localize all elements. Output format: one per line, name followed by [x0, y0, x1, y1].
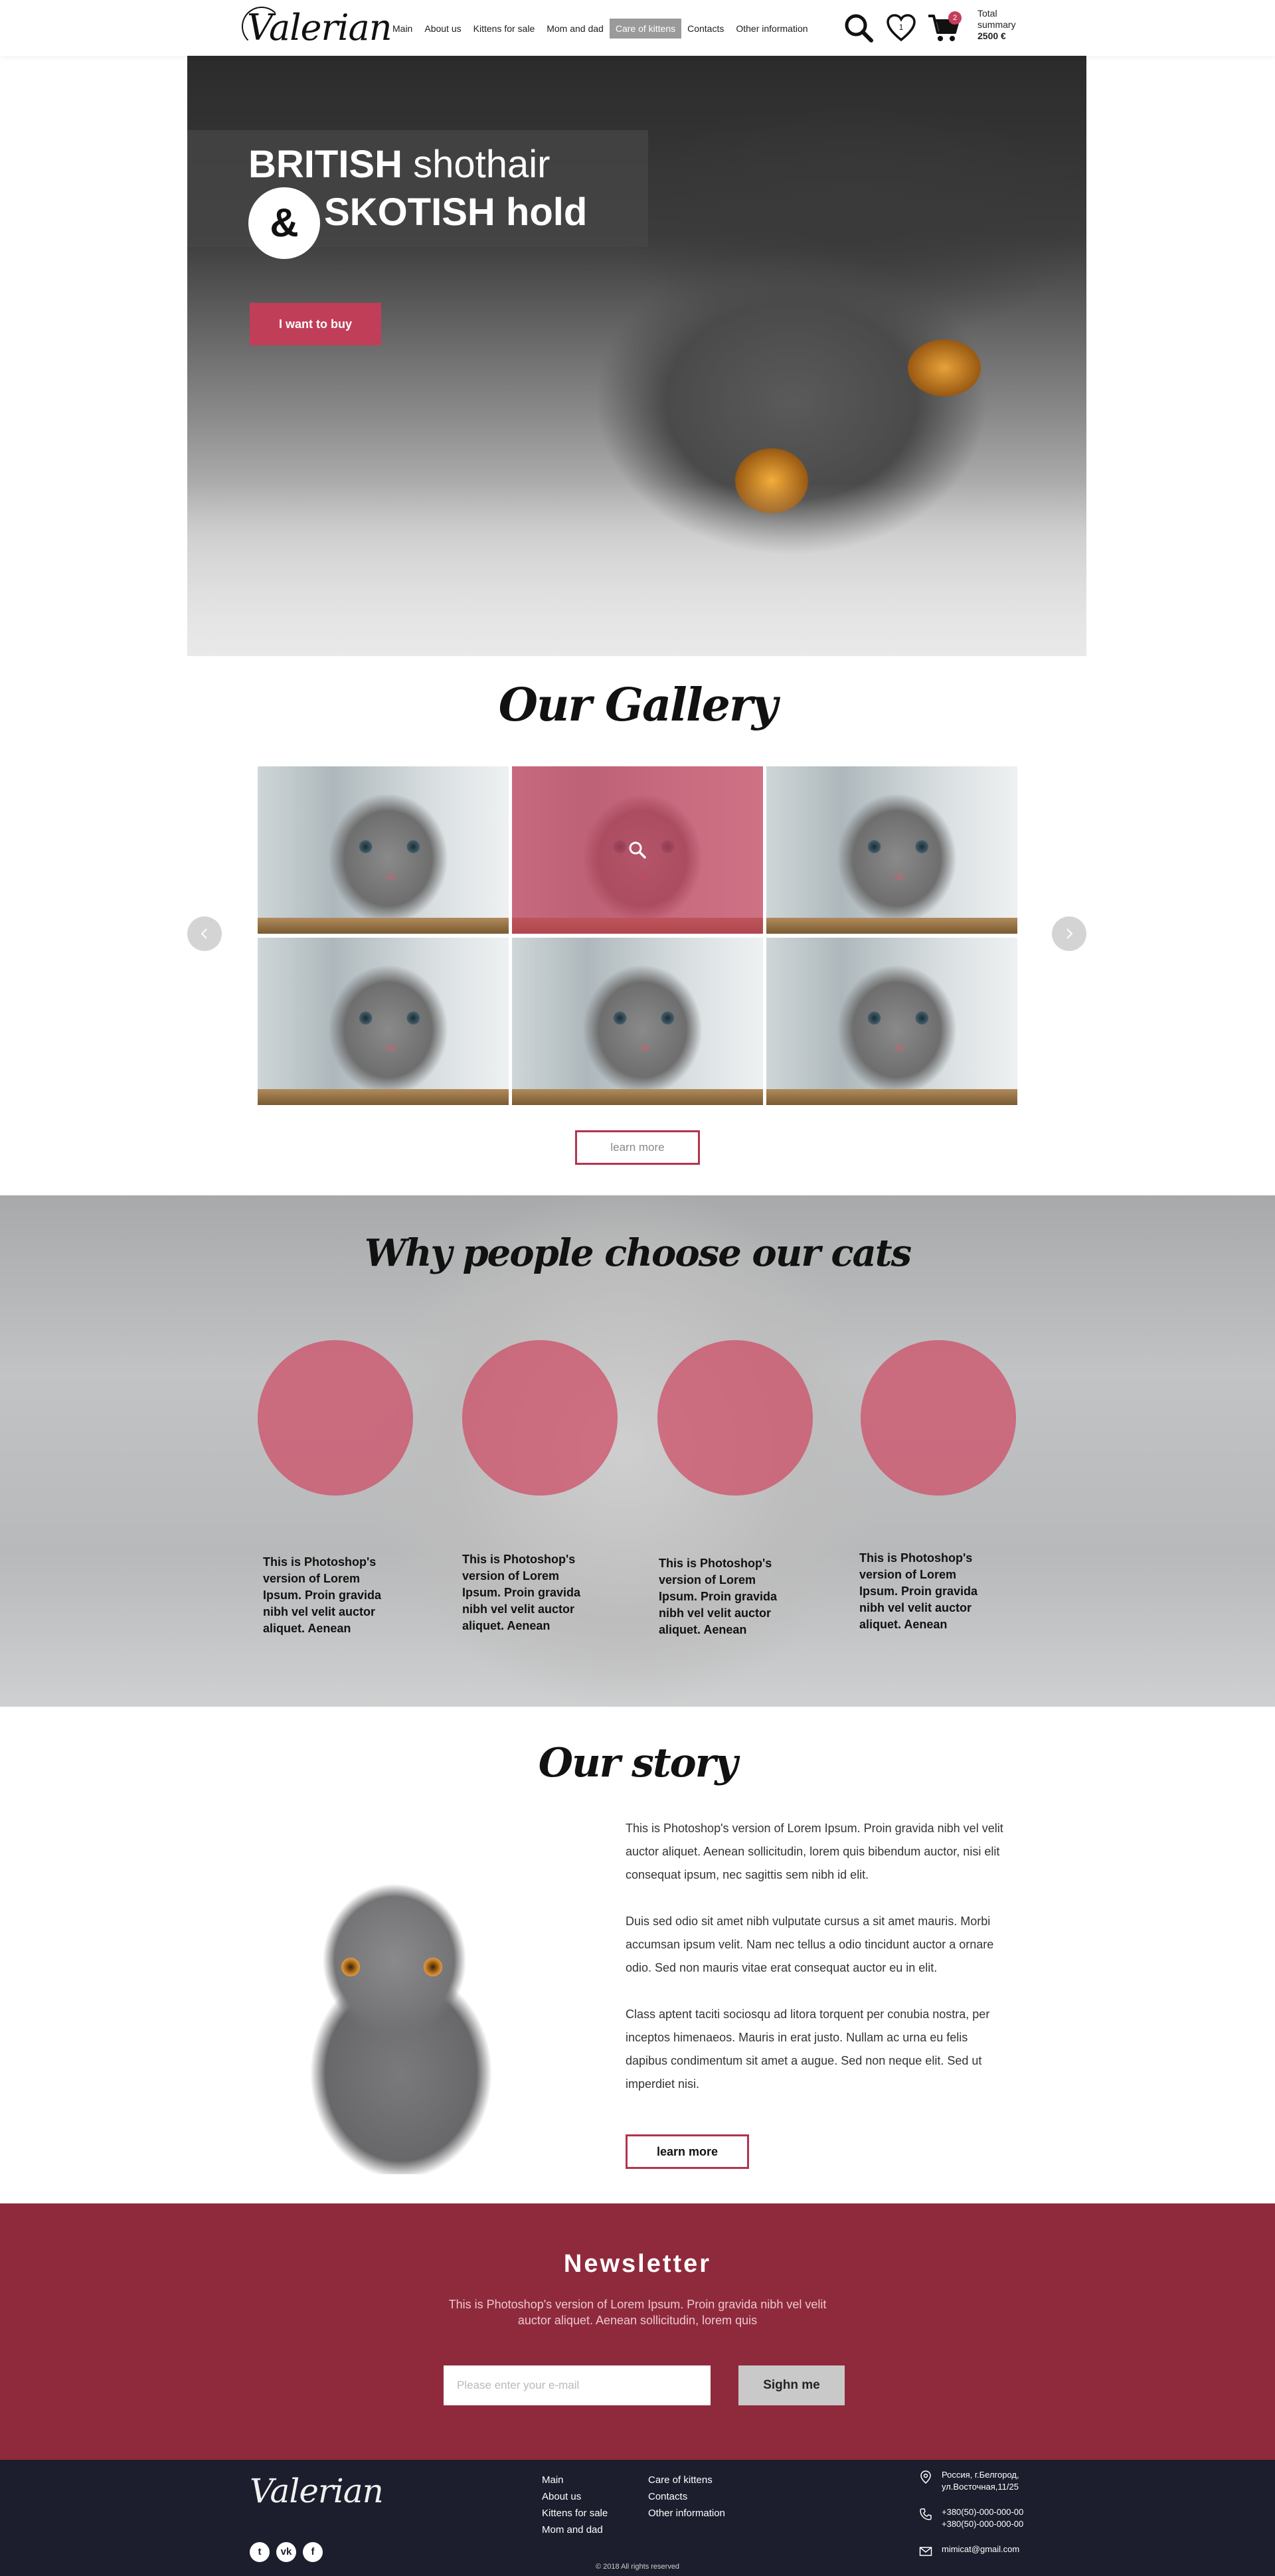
buy-button[interactable]: I want to buy	[250, 303, 381, 345]
wishlist-heart-icon[interactable]: 1	[883, 10, 919, 46]
gallery-item[interactable]	[258, 766, 509, 934]
story-cat-image	[268, 1821, 534, 2174]
nav-mom-and-dad[interactable]: Mom and dad	[541, 19, 610, 39]
gallery-item[interactable]	[766, 766, 1017, 934]
feature-circle	[657, 1340, 813, 1496]
feature-text: This is Photoshop's version of Lorem Ips…	[462, 1553, 581, 1632]
why-title: Why people choose our cats	[364, 1231, 912, 1275]
nav-main[interactable]: Main	[386, 19, 418, 39]
zoom-icon	[629, 841, 646, 859]
footer-nav-col1: Main About us Kittens for sale Mom and d…	[542, 2472, 608, 2538]
story-text: This is Photoshop's version of Lorem Ips…	[626, 1817, 1008, 2119]
cart-count-badge: 2	[948, 11, 962, 25]
header-actions: 1 2	[841, 8, 962, 48]
story-learn-more-button[interactable]: learn more	[626, 2134, 749, 2169]
phone-icon	[920, 2508, 932, 2520]
gallery-prev-button[interactable]	[187, 916, 222, 951]
feature-circle	[861, 1340, 1016, 1496]
story-paragraph: This is Photoshop's version of Lorem Ips…	[626, 1822, 1003, 1881]
feature-circle	[462, 1340, 618, 1496]
newsletter-email-input[interactable]	[444, 2365, 711, 2405]
hero-title-word2: shothair	[413, 143, 551, 186]
newsletter-section: Newsletter This is Photoshop's version o…	[0, 2203, 1275, 2460]
nav-contacts[interactable]: Contacts	[681, 19, 730, 39]
nav-kittens-for-sale[interactable]: Kittens for sale	[468, 19, 541, 39]
gallery-grid	[258, 766, 1017, 1105]
site-logo[interactable]: Valerian	[242, 4, 392, 52]
newsletter-subtitle: This is Photoshop's version of Lorem Ips…	[448, 2298, 827, 2327]
footer-link-about-us[interactable]: About us	[542, 2488, 608, 2505]
social-links: t vk f	[250, 2542, 323, 2562]
footer-link-main[interactable]: Main	[542, 2472, 608, 2488]
main-nav: Main About us Kittens for sale Mom and d…	[386, 19, 814, 39]
vk-icon[interactable]: vk	[276, 2542, 296, 2562]
gallery-item[interactable]	[766, 938, 1017, 1105]
site-footer: Valerian t vk f Main About us Kittens fo…	[0, 2460, 1275, 2576]
story-title: Our story	[538, 1740, 738, 1786]
location-pin-icon	[920, 2470, 931, 2484]
chevron-left-icon	[201, 928, 207, 939]
feature-text: This is Photoshop's version of Lorem Ips…	[659, 1557, 778, 1636]
footer-link-other-information[interactable]: Other information	[648, 2505, 725, 2522]
total-value: 2500 €	[978, 31, 1006, 41]
search-icon[interactable]	[841, 10, 877, 46]
copyright: © 2018 All rights reserved	[595, 2563, 680, 2571]
hero-ampersand: &	[248, 187, 320, 259]
footer-email: mimicat@gmail.com	[919, 2543, 1023, 2556]
hero-banner: BRITISH shothair & SKOTISH hold I want t…	[187, 56, 1086, 656]
nav-about-us[interactable]: About us	[418, 19, 467, 39]
story-paragraph: Class aptent taciti sociosqu ad litora t…	[626, 2008, 990, 2091]
mail-icon	[919, 2547, 932, 2556]
newsletter-submit-button[interactable]: Sighn me	[738, 2365, 845, 2405]
feature-text: This is Photoshop's version of Lorem Ips…	[263, 1555, 382, 1635]
logo-swirl-icon	[242, 7, 282, 46]
cart-total: Total summary 2500 €	[978, 8, 1031, 42]
why-section: Why people choose our cats This is Photo…	[0, 1195, 1275, 1707]
footer-link-care-of-kittens[interactable]: Care of kittens	[648, 2472, 725, 2488]
hero-title-line2: SKOTISH hold	[324, 191, 588, 234]
footer-address: Россия, г.Белгород, ул.Восточная,11/25	[919, 2469, 1023, 2493]
gallery-learn-more-button[interactable]: learn more	[575, 1130, 700, 1165]
footer-nav-col2: Care of kittens Contacts Other informati…	[648, 2472, 725, 2522]
footer-phones: +380(50)-000-000-00 +380(50)-000-000-00	[919, 2506, 1023, 2530]
feature-circle	[258, 1340, 413, 1496]
nav-other-information[interactable]: Other information	[730, 19, 813, 39]
total-label: Total summary	[978, 8, 1016, 30]
footer-logo[interactable]: Valerian	[250, 2472, 384, 2510]
address-line: Россия, г.Белгород,	[942, 2470, 1019, 2480]
twitter-icon[interactable]: t	[250, 2542, 270, 2562]
email-address[interactable]: mimicat@gmail.com	[942, 2543, 1023, 2555]
wishlist-count: 1	[898, 22, 904, 32]
footer-link-kittens-for-sale[interactable]: Kittens for sale	[542, 2505, 608, 2522]
phone-number[interactable]: +380(50)-000-000-00	[942, 2506, 1023, 2518]
chevron-right-icon	[1066, 928, 1073, 939]
newsletter-title: Newsletter	[563, 2250, 712, 2278]
site-header: Valerian Main About us Kittens for sale …	[0, 0, 1275, 56]
gallery-next-button[interactable]	[1052, 916, 1086, 951]
gallery-item[interactable]	[512, 766, 763, 934]
hero-title-line1: BRITISH shothair	[248, 142, 550, 187]
address-line: ул.Восточная,11/25	[942, 2482, 1019, 2492]
hero-title-word1: BRITISH	[248, 143, 402, 186]
gallery-title: Our Gallery	[498, 679, 778, 732]
cart-icon[interactable]: 2	[926, 10, 962, 46]
story-paragraph: Duis sed odio sit amet nibh vulputate cu…	[626, 1915, 994, 1974]
phone-number[interactable]: +380(50)-000-000-00	[942, 2518, 1023, 2530]
footer-contacts: Россия, г.Белгород, ул.Восточная,11/25 +…	[919, 2469, 1023, 2569]
nav-care-of-kittens[interactable]: Care of kittens	[609, 19, 682, 39]
footer-link-mom-and-dad[interactable]: Mom and dad	[542, 2522, 608, 2538]
gallery-item[interactable]	[258, 938, 509, 1105]
feature-text: This is Photoshop's version of Lorem Ips…	[859, 1551, 978, 1631]
hero-blanket	[187, 483, 1086, 656]
gallery-item[interactable]	[512, 938, 763, 1105]
facebook-icon[interactable]: f	[303, 2542, 323, 2562]
footer-link-contacts[interactable]: Contacts	[648, 2488, 725, 2505]
